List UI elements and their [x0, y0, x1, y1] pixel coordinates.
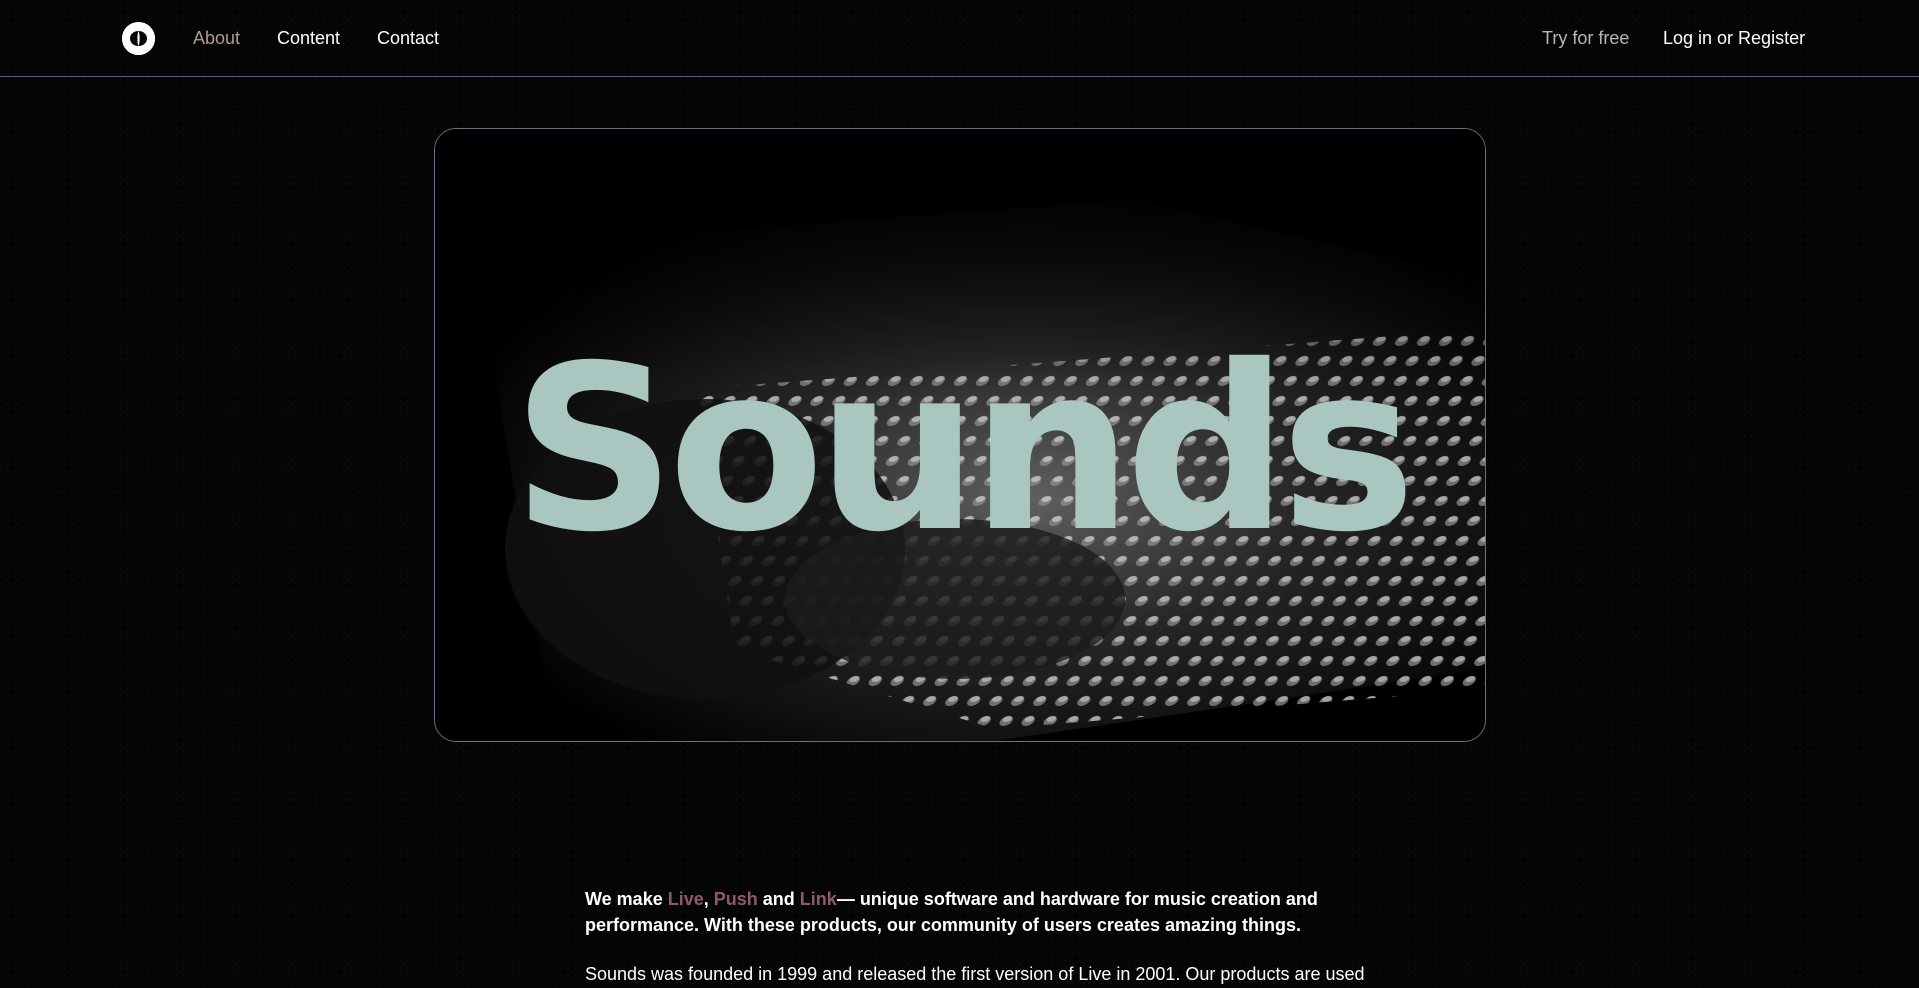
login-register-link[interactable]: Log in or Register: [1663, 27, 1805, 49]
nav-about-link[interactable]: About: [193, 27, 240, 49]
product-link-link[interactable]: Link: [800, 889, 837, 909]
intro-paragraph: We make Live, Push and Link— unique soft…: [585, 886, 1345, 938]
intro-we-make: We make: [585, 889, 668, 909]
sounds-logo-icon[interactable]: [122, 22, 155, 55]
hero-wordmark: Sounds: [435, 129, 1485, 741]
product-push-link[interactable]: Push: [714, 889, 758, 909]
sounds-wordmark-text: Sounds: [511, 316, 1416, 582]
about-body-text: Sounds was founded in 1999 and released …: [585, 964, 1365, 984]
intro-comma: ,: [703, 889, 714, 909]
hero-banner: Sounds: [434, 128, 1486, 742]
product-live-link[interactable]: Live: [668, 889, 704, 909]
try-for-free-link[interactable]: Try for free: [1542, 27, 1629, 49]
intro-and: and: [757, 889, 800, 909]
nav-contact-link[interactable]: Contact: [377, 27, 439, 49]
nav-content-link[interactable]: Content: [277, 27, 340, 49]
top-navigation: About Content Contact Try for free Log i…: [0, 0, 1919, 77]
